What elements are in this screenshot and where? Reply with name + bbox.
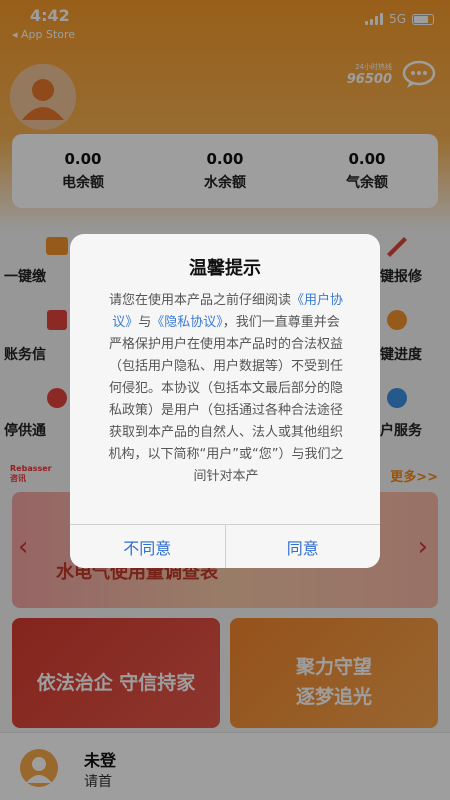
dialog-text: ，我们一直尊重并会严格保护用户在使用本产品时的合法权益（包括用户隐私、用户数据等… [108, 315, 344, 484]
dialog-body: 请您在使用本产品之前仔细阅读《用户协议》与《隐私协议》，我们一直尊重并会严格保护… [106, 290, 346, 560]
privacy-dialog: 温馨提示 请您在使用本产品之前仔细阅读《用户协议》与《隐私协议》，我们一直尊重并… [70, 234, 380, 568]
dialog-title: 温馨提示 [189, 258, 261, 279]
dialog-text: 与 [138, 315, 152, 330]
dialog-text: 请您在使用本产品之前仔细阅读 [108, 293, 291, 308]
privacy-policy-link[interactable]: 《隐私协议》 [151, 315, 223, 330]
agree-button[interactable]: 同意 [224, 525, 381, 568]
disagree-button[interactable]: 不同意 [70, 525, 225, 568]
dialog-actions: 不同意 同意 [70, 524, 380, 568]
